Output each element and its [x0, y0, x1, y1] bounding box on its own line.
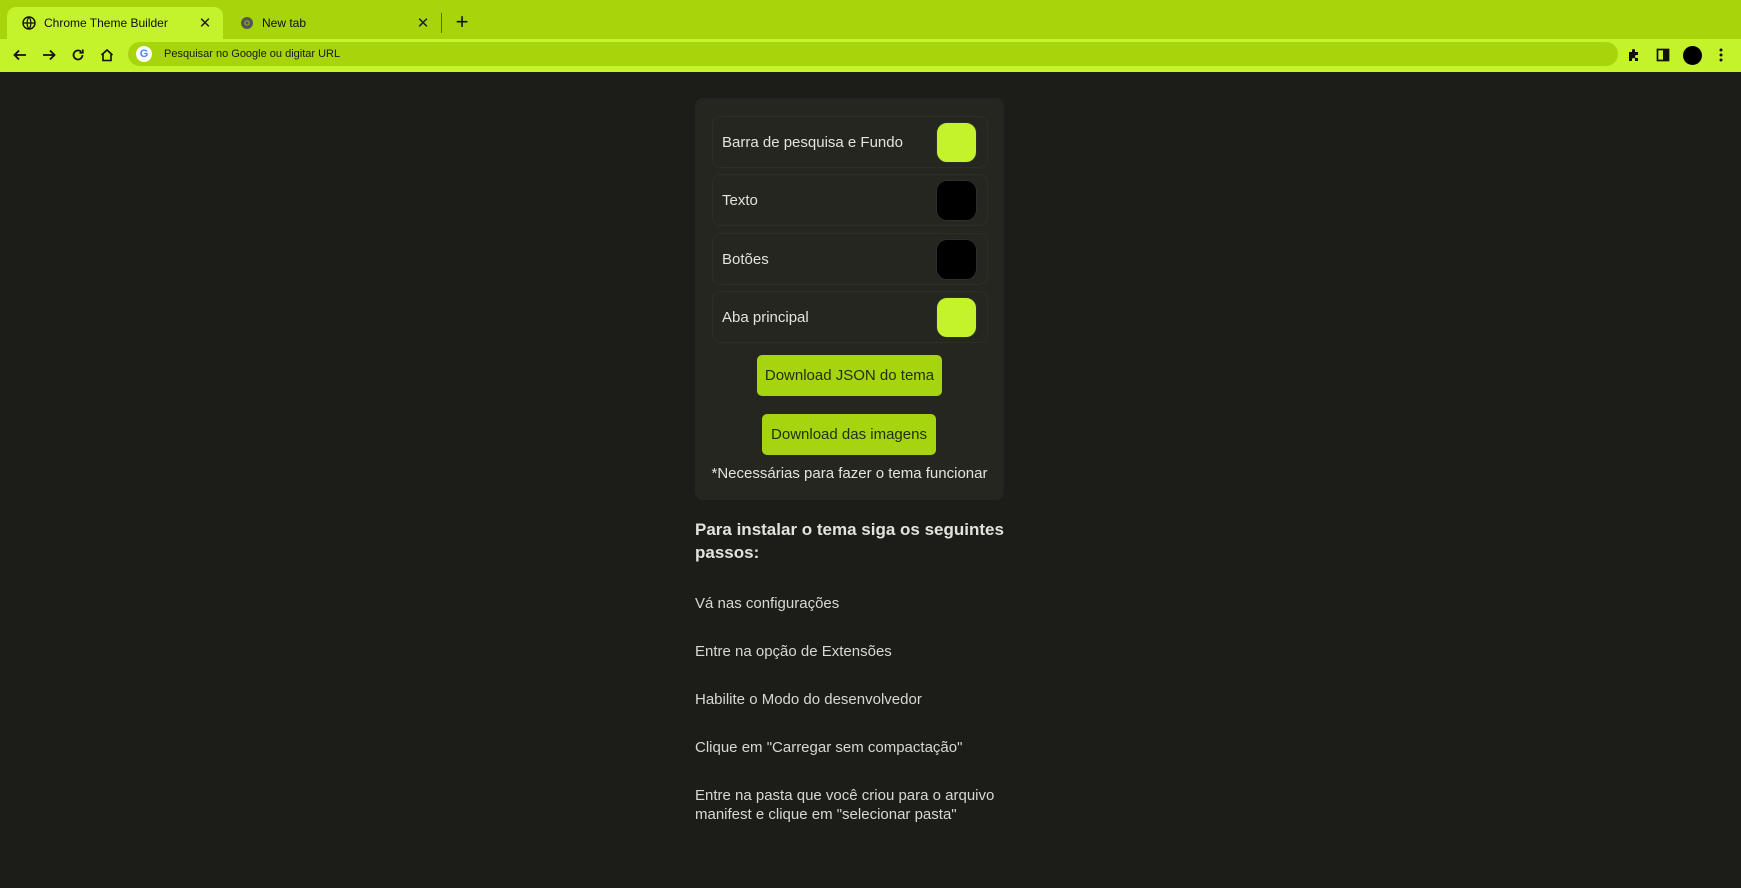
home-icon[interactable]	[96, 44, 118, 66]
color-row-label: Texto	[722, 191, 758, 209]
reload-icon[interactable]	[67, 44, 89, 66]
omnibox[interactable]: G	[128, 42, 1618, 66]
color-row-main-tab: Aba principal	[712, 291, 988, 343]
color-row-label: Botões	[722, 250, 769, 268]
globe-icon	[21, 16, 36, 31]
tab-title: Chrome Theme Builder	[44, 16, 168, 30]
color-row-label: Aba principal	[722, 308, 809, 326]
color-picker[interactable]	[936, 121, 977, 163]
color-picker[interactable]	[936, 179, 977, 221]
side-panel-icon[interactable]	[1652, 44, 1674, 66]
theme-builder-panel: Barra de pesquisa e Fundo Texto Botões A…	[695, 98, 1004, 500]
instruction-step: Habilite o Modo do desenvolvedor	[695, 691, 922, 708]
tab-strip: Chrome Theme Builder ✕ New tab ✕ +	[0, 0, 1741, 39]
forward-icon[interactable]	[38, 44, 60, 66]
tab-chrome-theme-builder[interactable]: Chrome Theme Builder ✕	[7, 7, 223, 39]
toolbar-divider	[0, 69, 1741, 72]
instruction-step: Entre na pasta que você criou para o arq…	[695, 787, 995, 823]
chrome-icon	[239, 16, 254, 31]
instructions-title: Para instalar o tema siga os seguintes p…	[695, 520, 1004, 562]
color-row-text: Texto	[712, 174, 988, 226]
instruction-step: Vá nas configurações	[695, 595, 840, 612]
color-row-search-bar: Barra de pesquisa e Fundo	[712, 116, 988, 168]
profile-avatar[interactable]	[1681, 44, 1703, 66]
color-picker[interactable]	[936, 238, 977, 280]
color-row-buttons: Botões	[712, 233, 988, 285]
download-json-button[interactable]: Download JSON do tema	[757, 355, 942, 396]
google-icon: G	[136, 46, 152, 62]
avatar	[1682, 45, 1702, 65]
new-tab-button[interactable]: +	[450, 10, 474, 34]
images-required-note: *Necessárias para fazer o tema funcionar	[711, 465, 988, 482]
close-icon[interactable]: ✕	[415, 15, 431, 32]
color-picker[interactable]	[936, 296, 977, 338]
tab-new-tab[interactable]: New tab ✕	[225, 7, 441, 39]
color-row-label: Barra de pesquisa e Fundo	[722, 133, 903, 151]
tab-separator	[441, 13, 442, 33]
back-icon[interactable]	[9, 44, 31, 66]
instruction-step: Clique em "Carregar sem compactação"	[695, 739, 963, 756]
browser-toolbar: G	[0, 39, 1741, 69]
instruction-step: Entre na opção de Extensões	[695, 643, 892, 660]
close-icon[interactable]: ✕	[197, 15, 213, 32]
address-input[interactable]	[164, 48, 764, 60]
more-menu-icon[interactable]	[1710, 44, 1732, 66]
extensions-icon[interactable]	[1623, 44, 1645, 66]
download-images-button[interactable]: Download das imagens	[762, 414, 936, 455]
tab-title: New tab	[262, 16, 307, 30]
